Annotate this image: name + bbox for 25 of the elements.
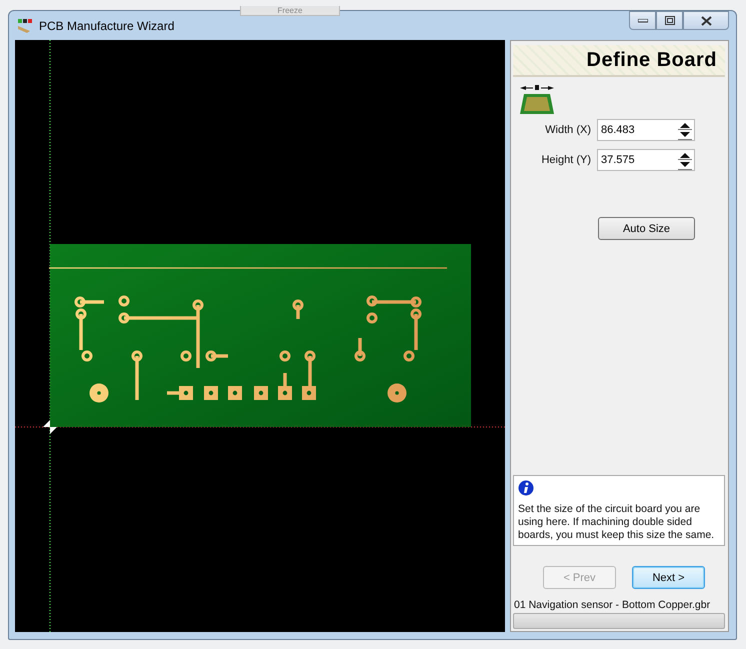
file-name: 01 Navigation sensor - Bottom Copper.gbr — [514, 599, 712, 611]
next-button[interactable]: Next > — [632, 566, 705, 589]
app-icon — [17, 18, 33, 34]
field-label: Width (X) — [545, 124, 591, 136]
spin-up-icon[interactable] — [678, 151, 692, 160]
spin-down-icon[interactable] — [678, 161, 692, 170]
maximize-icon — [664, 16, 674, 25]
number-field[interactable]: 86.483 — [597, 119, 695, 141]
auto-size-button[interactable]: Auto Size — [598, 217, 695, 240]
info-icon — [518, 480, 534, 496]
window-title: PCB Manufacture Wizard — [39, 18, 174, 32]
close-icon — [700, 16, 712, 26]
step-title: Define Board — [586, 48, 717, 72]
number-field[interactable]: 37.575 — [597, 149, 695, 171]
minimize-icon — [638, 18, 648, 22]
origin-marker-icon — [43, 420, 57, 434]
info-text: Set the size of the circuit board you are using here. If machining double sided boards, you must keep this size the same. — [518, 503, 716, 542]
board-size-icon — [519, 85, 555, 115]
field-label: Height (Y) — [541, 154, 591, 166]
close-button[interactable] — [683, 11, 729, 30]
maximize-button[interactable] — [656, 11, 683, 30]
pcb-canvas[interactable] — [15, 40, 505, 632]
spin-up-icon[interactable] — [678, 121, 692, 130]
minimize-button[interactable] — [629, 11, 656, 30]
spin-down-icon[interactable] — [678, 131, 692, 140]
